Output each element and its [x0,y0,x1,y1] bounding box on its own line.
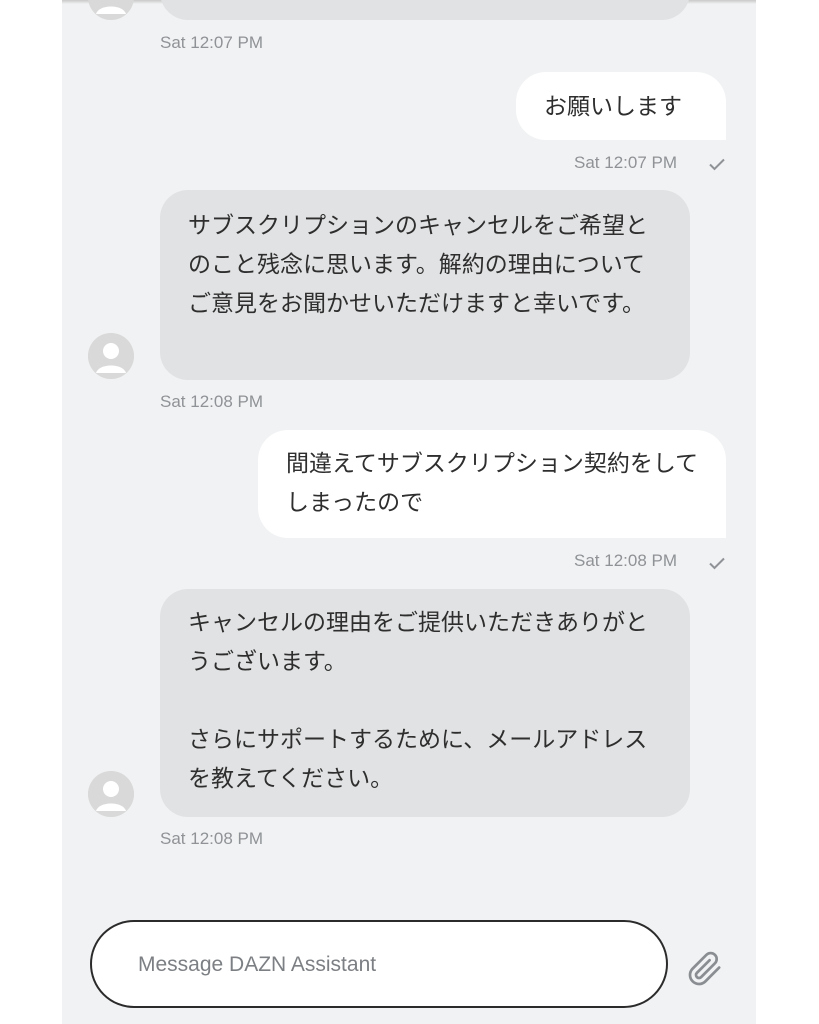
agent-message-bubble: キャンセルの理由をご提供いただきありがとうございます。 さらにサポートするために… [160,589,690,817]
agent-message-bubble: サブスクリプションのキャンセルをご希望とのこと残念に思います。解約の理由について… [160,190,690,380]
message-timestamp: Sat 12:07 PM [160,33,264,52]
attach-button[interactable] [684,948,726,990]
message-timestamp: Sat 12:08 PM [574,551,678,570]
checkmark-icon [709,557,725,570]
checkmark-icon [709,158,725,171]
message-composer[interactable] [90,920,668,1008]
paperclip-icon [688,951,721,986]
message-timestamp: Sat 12:07 PM [574,153,678,172]
message-timestamp: Sat 12:08 PM [160,392,264,411]
user-avatar-icon [88,0,134,20]
user-message-bubble: お願いします [516,72,726,140]
chat-window: Sat 12:07 PM お願いします Sat 12:07 PM サブスクリプシ… [62,0,756,1024]
user-avatar-icon [88,771,134,817]
agent-message-bubble [160,0,690,20]
message-input[interactable] [136,946,640,984]
message-timestamp: Sat 12:08 PM [160,829,264,848]
user-message-bubble: 間違えてサブスクリプション契約をしてしまったので [258,430,726,538]
user-avatar-icon [88,333,134,379]
